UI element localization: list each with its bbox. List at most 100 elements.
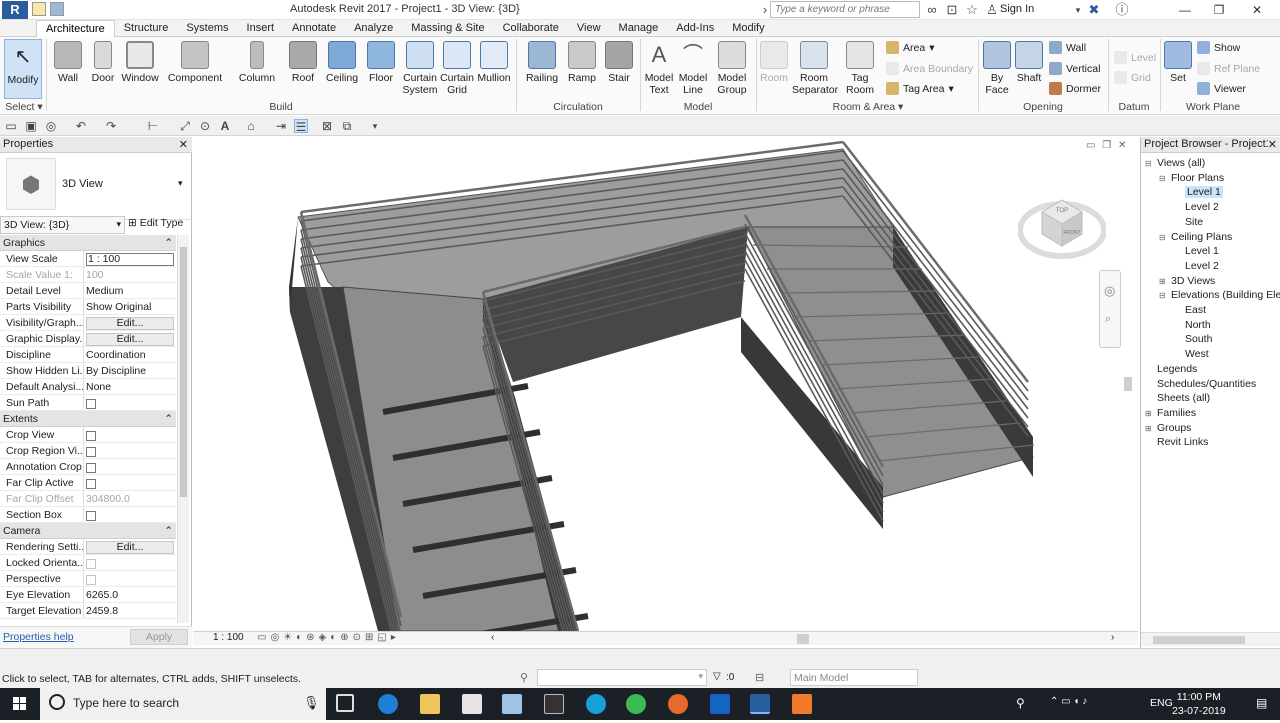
property-value[interactable]: By Discipline	[86, 365, 146, 377]
property-group-header[interactable]: Extents ⌃	[0, 411, 176, 427]
edge-browser-icon[interactable]	[378, 694, 398, 714]
view-scale-button[interactable]: 1 : 100	[213, 632, 244, 643]
window-button[interactable]: Window	[120, 41, 160, 84]
floor-button[interactable]: Floor	[364, 41, 398, 84]
view-control-icons[interactable]: ▭◎☀◐⊛◈◐⊕⊙⊞◱▸	[257, 632, 400, 643]
close-hidden-windows-icon[interactable]: ⊠	[320, 119, 334, 133]
worksets-icon[interactable]: ⚲	[520, 671, 528, 684]
tab-add-ins[interactable]: Add-Ins	[667, 20, 723, 37]
door-button[interactable]: Door	[88, 41, 118, 84]
modify-button[interactable]: ↖ Modify	[4, 39, 42, 99]
grid-button[interactable]: Grid	[1114, 71, 1151, 84]
undo-icon[interactable]: ↶	[74, 119, 88, 133]
notifications-icon[interactable]: ▤	[1256, 696, 1267, 710]
component-button[interactable]: Component	[166, 41, 224, 84]
taskbar-clock[interactable]: 11:00 PM 23-07-2019	[1172, 690, 1226, 718]
file-explorer-icon[interactable]	[420, 694, 440, 714]
property-value[interactable]: Show Original	[86, 301, 151, 313]
property-checkbox[interactable]	[86, 479, 96, 489]
collapse-icon[interactable]: ⊟	[1159, 291, 1166, 300]
view-window-controls[interactable]: ▭ ❐ ✕	[1086, 140, 1128, 151]
stair-model[interactable]	[193, 137, 1138, 631]
tab-collaborate[interactable]: Collaborate	[494, 20, 568, 37]
tab-analyze[interactable]: Analyze	[345, 20, 402, 37]
language-indicator[interactable]: ENG	[1150, 697, 1173, 709]
browser-node[interactable]: Legends	[1157, 363, 1197, 375]
collapse-icon[interactable]: ⊟	[1145, 159, 1152, 168]
column-button[interactable]: Column	[236, 41, 278, 84]
expand-icon[interactable]: ⊞	[1159, 277, 1166, 286]
steering-wheel-icon[interactable]: ◎	[1104, 283, 1115, 299]
app-icon[interactable]	[502, 694, 522, 714]
panel-room-area-label[interactable]: Room & Area ▾	[758, 101, 978, 113]
room-separator-button[interactable]: Room Separator	[792, 41, 838, 96]
browser-node[interactable]: Groups	[1157, 422, 1191, 434]
browser-node[interactable]: Level 1	[1185, 245, 1219, 257]
area-boundary-button[interactable]: Area Boundary	[886, 62, 973, 75]
browser-node[interactable]: East	[1185, 304, 1206, 316]
property-value[interactable]: 6265.0	[86, 589, 118, 601]
save-icon[interactable]	[50, 2, 64, 16]
select-dropdown[interactable]: Select ▾	[2, 101, 46, 113]
by-face-button[interactable]: By Face	[982, 41, 1012, 96]
tab-structure[interactable]: Structure	[115, 20, 178, 37]
model-line-button[interactable]: ⌒ Model Line	[676, 41, 710, 96]
browser-node[interactable]: West	[1185, 348, 1209, 360]
dimension-icon[interactable]: ⤢	[178, 119, 192, 133]
expand-icon[interactable]: ⊞	[1145, 424, 1152, 433]
model-group-button[interactable]: Model Group	[712, 41, 752, 96]
instance-filter-dropdown[interactable]: 3D View: {3D} ▾	[0, 216, 125, 234]
collapse-icon[interactable]: ⌃	[164, 237, 173, 249]
design-option-dropdown[interactable]: Main Model	[790, 669, 918, 686]
room-button[interactable]: Room	[758, 41, 790, 84]
apply-button[interactable]: Apply	[130, 629, 188, 645]
chevron-down-icon[interactable]: ▾	[1070, 2, 1086, 18]
collapse-icon[interactable]: ⊟	[1159, 233, 1166, 242]
browser-node[interactable]: Level 2	[1185, 260, 1219, 272]
property-edit-button[interactable]: Edit...	[86, 541, 174, 554]
open-icon[interactable]: ▭	[4, 119, 18, 133]
people-icon[interactable]: ⚲	[1016, 696, 1025, 710]
navigation-bar[interactable]: ◎ ⌕	[1099, 270, 1121, 348]
browser-node[interactable]: Floor Plans	[1171, 172, 1224, 184]
start-button[interactable]	[0, 688, 40, 720]
property-value-input[interactable]: 1 : 100	[86, 253, 174, 266]
viewer-button[interactable]: Viewer	[1197, 82, 1246, 95]
property-value[interactable]: 2459.8	[86, 605, 118, 617]
browser-node[interactable]: Elevations (Building Elevation)	[1171, 289, 1280, 301]
property-checkbox[interactable]	[86, 511, 96, 521]
ref-plane-button[interactable]: Ref Plane	[1197, 62, 1260, 75]
help-search-input[interactable]: Type a keyword or phrase	[770, 1, 920, 18]
restore-button[interactable]: ❐	[1202, 0, 1236, 20]
browser-node[interactable]: Revit Links	[1157, 436, 1208, 448]
browser-node[interactable]: Families	[1157, 407, 1196, 419]
scroll-right-icon[interactable]: ›	[1111, 632, 1114, 643]
property-group-header[interactable]: Graphics ⌃	[0, 235, 176, 251]
properties-scrollbar[interactable]	[177, 235, 189, 623]
section-icon[interactable]: ⇥	[274, 119, 288, 133]
chrome-icon[interactable]	[626, 694, 646, 714]
application-menu-button[interactable]: R	[2, 1, 28, 19]
collapse-icon[interactable]: ⌃	[164, 525, 173, 537]
property-value[interactable]: Medium	[86, 285, 123, 297]
edit-type-button[interactable]: ⊞ Edit Type	[128, 217, 183, 229]
tab-systems[interactable]: Systems	[177, 20, 237, 37]
store-icon[interactable]	[462, 694, 482, 714]
help-icon[interactable]: ⓘ	[1114, 2, 1130, 18]
property-checkbox[interactable]	[86, 431, 96, 441]
property-edit-button[interactable]: Edit...	[86, 333, 174, 346]
tab-architecture[interactable]: Architecture	[36, 20, 115, 37]
3d-view-canvas[interactable]	[193, 137, 1138, 631]
subscription-icon[interactable]: ⊡	[944, 2, 960, 18]
exchange-apps-icon[interactable]: ✖	[1086, 2, 1102, 18]
property-edit-button[interactable]: Edit...	[86, 317, 174, 330]
firefox-icon[interactable]	[668, 694, 688, 714]
revit-taskbar-icon[interactable]	[750, 694, 770, 714]
railing-button[interactable]: Railing	[522, 41, 562, 84]
design-options-icon[interactable]: ⊟	[755, 671, 764, 684]
zoom-icon[interactable]: ⌕	[1105, 313, 1111, 326]
wall-opening-button[interactable]: Wall	[1049, 41, 1086, 54]
ramp-button[interactable]: Ramp	[564, 41, 600, 84]
close-button[interactable]: ✕	[1240, 0, 1274, 20]
property-group-header[interactable]: Camera ⌃	[0, 523, 176, 539]
